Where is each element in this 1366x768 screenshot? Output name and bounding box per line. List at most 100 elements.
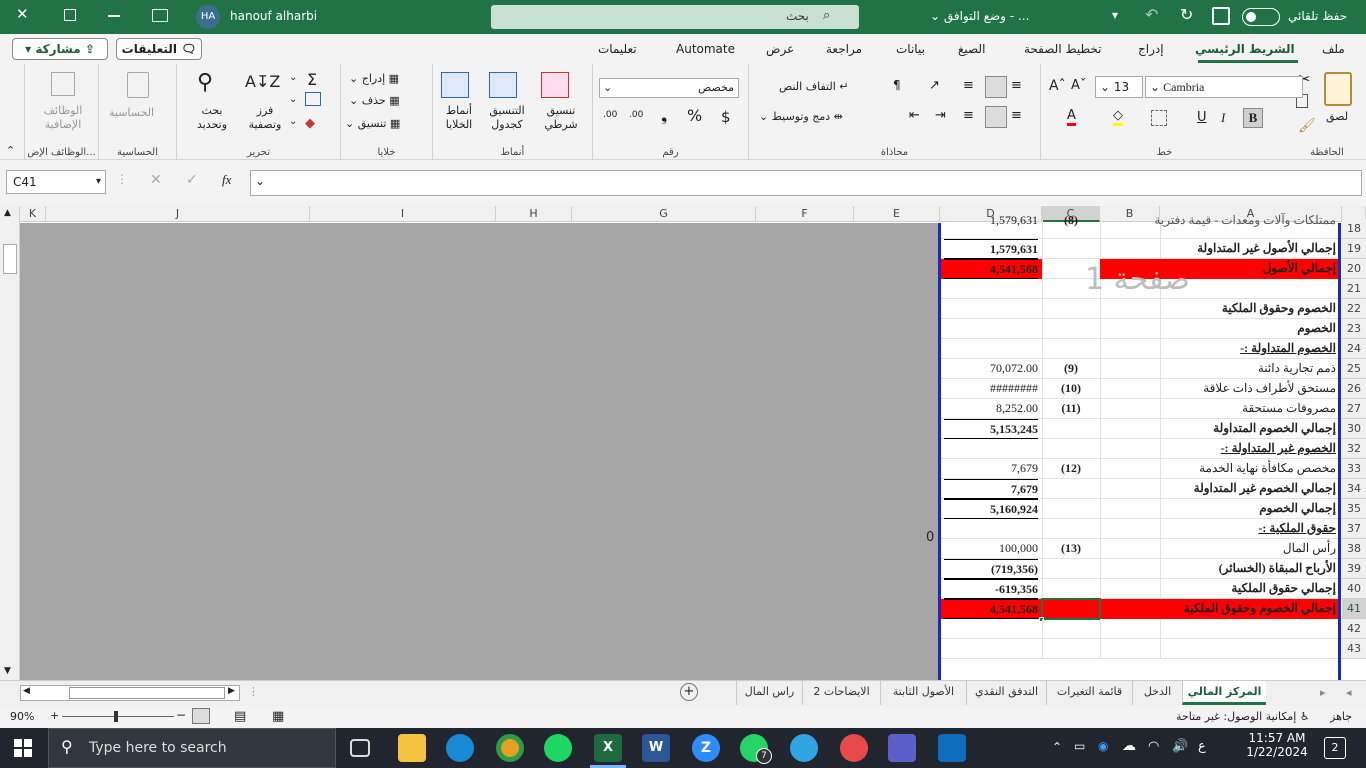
windows-start-icon[interactable] [14, 739, 32, 757]
align-middle-icon[interactable]: ≡ [963, 78, 974, 93]
sheet-tab[interactable]: المركز المالي [1182, 681, 1266, 705]
font-color-icon[interactable]: A [1067, 108, 1076, 126]
row-header[interactable]: 43 [1342, 639, 1366, 659]
expand-formula-icon[interactable]: ⌄ [255, 174, 265, 188]
autosave-toggle[interactable] [1242, 8, 1280, 26]
fill-icon[interactable] [305, 92, 321, 106]
row-header[interactable]: 20 [1342, 259, 1366, 279]
telegram-icon[interactable] [790, 734, 818, 762]
row-header[interactable]: 42 [1342, 619, 1366, 639]
col-header-e[interactable]: E [854, 206, 940, 222]
sensitivity-label[interactable]: الحساسية [109, 106, 154, 119]
cell-a[interactable]: ذمم تجارية دائنة [1102, 359, 1336, 379]
cell-a[interactable]: إجمالي الخصوم المتداولة [1102, 419, 1336, 439]
row-header[interactable]: 33 [1342, 459, 1366, 479]
row-header[interactable]: 34 [1342, 479, 1366, 499]
chevron-down-icon[interactable]: ⌄ [289, 116, 297, 127]
increase-decimal-icon[interactable]: .00 [629, 110, 643, 120]
language-indicator[interactable]: ع [1198, 739, 1206, 754]
cell-a[interactable]: الأرباح المبقاة (الخسائر) [1102, 559, 1336, 579]
outdent-icon[interactable]: ⇤ [909, 108, 920, 123]
bold-icon[interactable]: B [1243, 108, 1263, 128]
autosum-icon[interactable]: Σ [307, 70, 317, 89]
taskbar-search[interactable]: ⚲ Type here to search [48, 728, 336, 768]
minimize-icon[interactable] [108, 15, 120, 17]
battery-icon[interactable]: ▭ [1074, 739, 1085, 753]
cell-a[interactable]: رأس المال [1102, 539, 1336, 559]
row-header[interactable]: 26 [1342, 379, 1366, 399]
percent-icon[interactable]: % [687, 106, 702, 125]
row-header[interactable]: 25 [1342, 359, 1366, 379]
insert-function-icon[interactable]: fx [222, 172, 231, 188]
cell-d[interactable]: ######## [944, 379, 1038, 399]
share-button[interactable]: ▾ مشاركة ⇪ [12, 38, 108, 60]
number-format-select[interactable]: ⌄ مخصص [599, 78, 739, 98]
zoom-icon[interactable]: Z [692, 734, 720, 762]
sheet-tab[interactable]: قائمة التغيرات [1046, 681, 1132, 705]
row-header[interactable]: 30 [1342, 419, 1366, 439]
cell-d[interactable] [944, 519, 1038, 539]
tab-view[interactable]: عرض [766, 42, 794, 56]
align-left-icon[interactable]: ≡ [963, 108, 974, 123]
cell-c[interactable]: (13) [1044, 539, 1098, 559]
sensitivity-icon[interactable] [127, 72, 149, 98]
cell-d[interactable] [944, 299, 1038, 319]
cell-c[interactable]: (8) [1044, 211, 1098, 231]
cell-d[interactable] [944, 639, 1038, 659]
cell-d[interactable] [944, 319, 1038, 339]
cell-a[interactable]: إجمالي الأصول غير المتداولة [1102, 239, 1336, 259]
cell-a[interactable]: إجمالي الخصوم وحقوق الملكية [1102, 599, 1336, 619]
doc-title[interactable]: ⌄ وضع التوافق - ... [930, 9, 1029, 23]
cell-d[interactable]: 5,153,245 [944, 419, 1038, 439]
borders-icon[interactable] [1151, 110, 1167, 126]
save-icon[interactable] [1212, 7, 1230, 25]
restore-icon[interactable] [64, 9, 76, 21]
selected-cell-c41[interactable] [1041, 598, 1101, 620]
tab-help[interactable]: تعليمات [598, 42, 637, 56]
paste-icon[interactable] [1324, 72, 1352, 106]
tab-scroll-left-icon[interactable]: ▸ [1320, 686, 1326, 699]
cell-a[interactable]: إجمالي الخصوم [1102, 499, 1336, 519]
cell-c[interactable] [1044, 339, 1098, 359]
cell-c[interactable]: (11) [1044, 399, 1098, 419]
spotify-icon[interactable] [544, 734, 572, 762]
cell-c[interactable] [1044, 319, 1098, 339]
format-table-icon[interactable] [489, 72, 517, 98]
cell-d[interactable]: 5,160,924 [944, 499, 1038, 519]
cell-d[interactable]: 7,679 [944, 459, 1038, 479]
tab-scroll-right-icon[interactable]: ◂ [1346, 686, 1352, 699]
task-view-icon[interactable] [350, 739, 370, 757]
row-header[interactable]: 22 [1342, 299, 1366, 319]
chevron-down-icon[interactable]: ⌄ [289, 72, 297, 83]
splitter-icon[interactable]: ⋮ [248, 685, 259, 698]
cell-a[interactable]: مستحق لأطراف ذات علاقة [1102, 379, 1336, 399]
scroll-down-icon[interactable]: ▼ [4, 666, 11, 676]
row-header[interactable]: 19 [1342, 239, 1366, 259]
cell-c[interactable]: (12) [1044, 459, 1098, 479]
cell-d[interactable]: (719,356) [944, 559, 1038, 579]
format-painter-icon[interactable]: 🖌 [1298, 118, 1316, 134]
page-break-view-icon[interactable] [192, 708, 210, 724]
font-name-select[interactable]: ⌄ Cambria [1145, 76, 1303, 98]
cell-a[interactable]: الخصوم المتداولة :- [1102, 339, 1336, 359]
cell-d[interactable]: -619,356 [944, 579, 1038, 599]
cell-a[interactable]: الخصوم وحقوق الملكية [1102, 299, 1336, 319]
cell-c[interactable] [1044, 559, 1098, 579]
wifi-icon[interactable]: ◠ [1148, 739, 1159, 754]
underline-icon[interactable]: U [1197, 110, 1207, 125]
cell-c[interactable] [1044, 519, 1098, 539]
col-header-i[interactable]: I [310, 206, 496, 222]
cloud-icon[interactable]: ☁ [1122, 738, 1136, 754]
tab-review[interactable]: مراجعة [826, 42, 862, 56]
row-header[interactable]: 41 [1342, 599, 1366, 619]
zoom-slider-track[interactable] [62, 716, 174, 717]
zoom-in-icon[interactable]: + [50, 709, 59, 722]
cell-a[interactable] [1102, 639, 1336, 659]
cell-d[interactable]: 100,000 [944, 539, 1038, 559]
row-header[interactable]: 40 [1342, 579, 1366, 599]
row-header[interactable]: 38 [1342, 539, 1366, 559]
redo-icon[interactable]: ↻ [1180, 5, 1193, 24]
volume-icon[interactable]: 🔊 [1172, 739, 1188, 754]
sheet-tab[interactable]: راس المال [736, 681, 802, 705]
confirm-edit-icon[interactable]: ✓ [186, 172, 198, 188]
